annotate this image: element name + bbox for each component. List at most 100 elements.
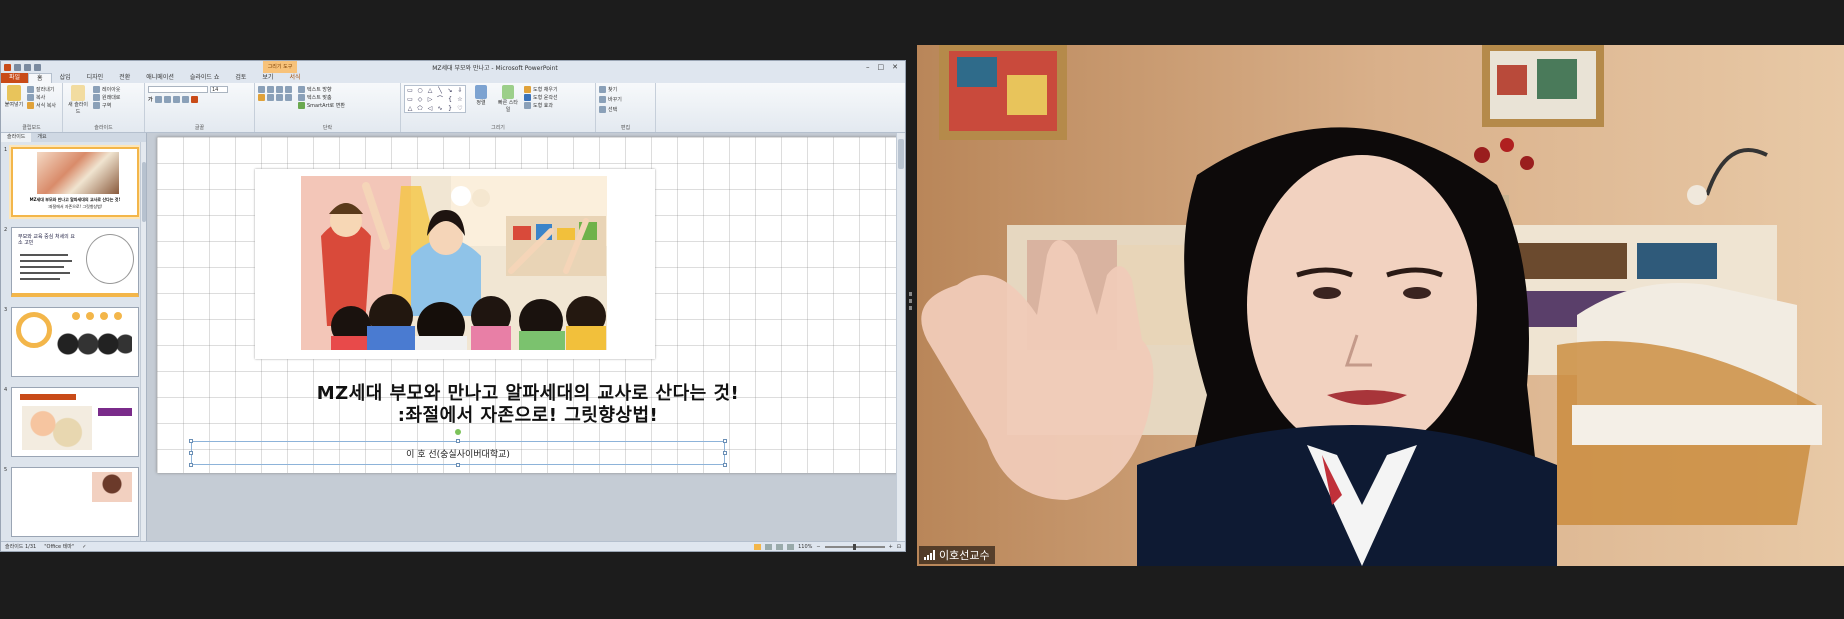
sorter-view-icon[interactable]: [765, 543, 773, 550]
redo-icon[interactable]: [34, 63, 41, 71]
minimize-icon[interactable]: –: [866, 63, 870, 71]
tab-slideshow[interactable]: 슬라이드 쇼: [182, 73, 228, 83]
resize-handle[interactable]: [456, 463, 460, 467]
reset-button[interactable]: 원래대로: [93, 93, 120, 101]
slide-thumbnail-4[interactable]: [11, 387, 139, 457]
maximize-icon[interactable]: □: [878, 63, 885, 71]
shape-fill-button[interactable]: 도형 채우기: [524, 85, 558, 93]
slide-thumbnail-5[interactable]: [11, 467, 139, 537]
section-button[interactable]: 구역: [93, 101, 120, 109]
meeting-stage: 그리기 도구 MZ세대 부모와 만나고 - Microsoft PowerPoi…: [0, 0, 1844, 619]
paste-button[interactable]: 붙여넣기: [4, 85, 24, 109]
align-text-icon: [298, 93, 305, 101]
align-text-button[interactable]: 텍스트 맞춤: [298, 93, 345, 101]
arrange-button[interactable]: 정렬: [470, 85, 492, 113]
tab-slides[interactable]: 슬라이드: [1, 133, 32, 142]
clipboard-group: 붙여넣기 잘라내기 복사 서식 복사 클립보드: [1, 83, 63, 132]
tab-design[interactable]: 디자인: [79, 73, 112, 83]
layout-button[interactable]: 레이아웃: [93, 85, 120, 93]
zoom-in-icon[interactable]: +: [889, 544, 893, 550]
align-right-icon[interactable]: [276, 93, 283, 101]
bold-icon[interactable]: 가: [148, 96, 153, 103]
slide-thumbnail-3[interactable]: [11, 307, 139, 377]
ribbon: 붙여넣기 잘라내기 복사 서식 복사 클립보드 새 슬라이드 레이아웃 원래대로…: [1, 83, 905, 133]
slide-title[interactable]: MZ세대 부모와 만나고 알파세대의 교사로 산다는 것! :좌절에서 자존으로…: [157, 383, 899, 427]
tab-format[interactable]: 서식: [281, 73, 308, 83]
classroom-photo: [301, 176, 607, 350]
justify-icon[interactable]: [285, 93, 292, 101]
align-left-icon[interactable]: [258, 93, 265, 101]
resize-handle[interactable]: [723, 439, 727, 443]
slideshow-view-icon[interactable]: [787, 543, 795, 550]
slide-number: 3: [4, 307, 8, 313]
vertical-scrollbar[interactable]: [896, 133, 905, 541]
tab-insert[interactable]: 삽입: [52, 73, 79, 83]
slide-thumbnail-2[interactable]: 부모와 교육 중심 처세의 요소 고민: [11, 227, 139, 297]
indent-icon[interactable]: [276, 85, 283, 93]
zoom-out-icon[interactable]: −: [816, 544, 820, 550]
tab-file[interactable]: 파일: [1, 73, 29, 83]
font-name-box[interactable]: [148, 85, 208, 93]
thumb-title: MZ세대 부모와 만나고 알파세대의 교사로 산다는 것!: [29, 197, 121, 202]
powerpoint-window: 그리기 도구 MZ세대 부모와 만나고 - Microsoft PowerPoi…: [0, 60, 906, 552]
tab-home[interactable]: 홈: [28, 73, 52, 83]
find-button[interactable]: 찾기: [599, 85, 652, 93]
tab-animations[interactable]: 애니메이션: [138, 73, 182, 83]
app-icon: [4, 63, 11, 71]
tab-transitions[interactable]: 전환: [111, 73, 138, 83]
subtitle-textbox[interactable]: 이 호 선(숭실사이버대학교): [189, 429, 727, 467]
italic-icon[interactable]: [154, 95, 162, 103]
tab-view[interactable]: 보기: [254, 73, 281, 83]
spellcheck-icon[interactable]: ✓: [82, 544, 86, 550]
undo-icon[interactable]: [24, 63, 31, 71]
cut-button[interactable]: 잘라내기: [27, 85, 56, 93]
picture-placeholder[interactable]: [255, 169, 655, 359]
resize-handle[interactable]: [189, 439, 193, 443]
format-painter-button[interactable]: 서식 복사: [27, 101, 56, 109]
resize-handle[interactable]: [723, 463, 727, 467]
reading-view-icon[interactable]: [776, 543, 784, 550]
quick-access-toolbar[interactable]: [4, 63, 124, 71]
font-color-icon[interactable]: [190, 95, 198, 103]
align-center-icon[interactable]: [267, 93, 274, 101]
pen-icon: [524, 93, 531, 101]
numbering-icon[interactable]: [267, 85, 274, 93]
bullets-icon[interactable]: [258, 85, 265, 93]
tab-outline[interactable]: 개요: [31, 133, 52, 142]
shape-effects-button[interactable]: 도형 효과: [524, 101, 558, 109]
replace-button[interactable]: 바꾸기: [599, 95, 652, 103]
pane-splitter-handle[interactable]: [909, 292, 912, 318]
fit-window-icon[interactable]: ⊡: [897, 544, 901, 550]
normal-view-icon[interactable]: [754, 543, 762, 550]
work-area: 슬라이드 개요 1 MZ세대 부모와 만나고 알파세대의 교사로 산다는 것! …: [1, 133, 905, 541]
quick-styles-button[interactable]: 빠른 스타일: [496, 85, 520, 113]
slide-thumbnail-1[interactable]: MZ세대 부모와 만나고 알파세대의 교사로 산다는 것! :좌절에서 자존으로…: [11, 147, 139, 217]
shapes-gallery[interactable]: ▭ ○ △ ╲ ↘ ⇩ ▭ ◇ ▷ ⌒{☆ △ ⬠ ◁ ∿} ♡: [404, 85, 466, 113]
text-direction-button[interactable]: 텍스트 방향: [298, 85, 345, 93]
outdent-icon[interactable]: [285, 85, 292, 93]
font-size-box[interactable]: 14: [210, 85, 228, 93]
thumb-photo: [37, 152, 119, 194]
thumb-diagram: [22, 406, 92, 450]
zoom-slider[interactable]: [824, 543, 885, 550]
underline-icon[interactable]: [163, 95, 171, 103]
slide-number: 5: [4, 467, 8, 473]
shadow-icon[interactable]: [181, 95, 189, 103]
resize-handle[interactable]: [456, 439, 460, 443]
scissors-icon: [27, 85, 34, 93]
fill-bucket-icon: [524, 85, 531, 93]
rotate-handle[interactable]: [455, 429, 461, 435]
strike-icon[interactable]: [172, 95, 180, 103]
close-icon[interactable]: ✕: [892, 63, 898, 71]
zoom-level[interactable]: 110%: [798, 544, 812, 550]
tab-review[interactable]: 검토: [227, 73, 254, 83]
smartart-button[interactable]: SmartArt로 변환: [298, 101, 345, 109]
thumbnail-scrollbar[interactable]: [140, 142, 146, 541]
binoculars-icon: [599, 85, 606, 93]
shape-outline-button[interactable]: 도형 윤곽선: [524, 93, 558, 101]
select-button[interactable]: 선택: [599, 105, 652, 113]
new-slide-button[interactable]: 새 슬라이드: [66, 85, 90, 115]
resize-handle[interactable]: [189, 463, 193, 467]
save-icon[interactable]: [14, 63, 21, 71]
copy-button[interactable]: 복사: [27, 93, 56, 101]
